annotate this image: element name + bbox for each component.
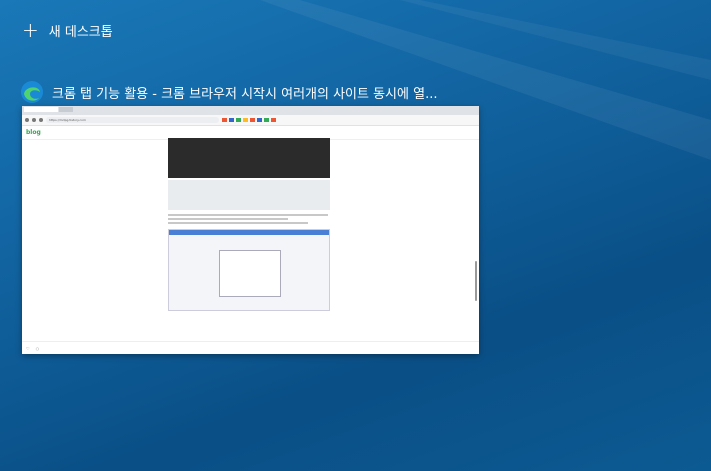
page-content (168, 138, 330, 311)
refresh-icon (39, 118, 43, 122)
favorites-bar (222, 118, 276, 122)
browser-tab (59, 107, 73, 112)
comment-icon: ○ (35, 345, 40, 351)
content-image-header (169, 230, 329, 235)
new-desktop-button[interactable]: + 새 데스크톱 (22, 20, 113, 40)
favicon (271, 118, 276, 122)
favicon (229, 118, 234, 122)
browser-tab (24, 107, 58, 112)
text-line (168, 214, 328, 216)
favicon (222, 118, 227, 122)
content-image-dialog (219, 250, 281, 297)
favicon (243, 118, 248, 122)
browser-tab-strip (22, 106, 479, 115)
edge-icon (21, 81, 43, 103)
favicon (257, 118, 262, 122)
window-title-label: 크롬 탭 기능 활용 - 크롬 브라우저 시작시 여러개의 사이트 동시에 열.… (52, 86, 438, 102)
new-desktop-label: 새 데스크톱 (48, 24, 113, 40)
address-bar: https://mdpg.tistory.com (22, 115, 479, 126)
text-line (168, 222, 308, 224)
back-icon (25, 118, 29, 122)
page-footer: ♡ ○ (22, 341, 479, 354)
blog-logo: blog (26, 129, 41, 136)
favicon (264, 118, 269, 122)
favicon (236, 118, 241, 122)
forward-icon (32, 118, 36, 122)
content-image (168, 138, 330, 178)
content-image (168, 229, 330, 311)
url-text: https://mdpg.tistory.com (46, 117, 219, 123)
content-image (168, 180, 330, 210)
text-line (168, 218, 288, 220)
plus-icon: + (22, 18, 39, 42)
favicon (250, 118, 255, 122)
window-title-bar[interactable]: 크롬 탭 기능 활용 - 크롬 브라우저 시작시 여러개의 사이트 동시에 열.… (20, 80, 437, 104)
window-thumbnail[interactable]: https://mdpg.tistory.com blog ♡ ○ (22, 106, 479, 354)
heart-icon: ♡ (26, 345, 30, 351)
scrollbar[interactable] (475, 261, 477, 301)
